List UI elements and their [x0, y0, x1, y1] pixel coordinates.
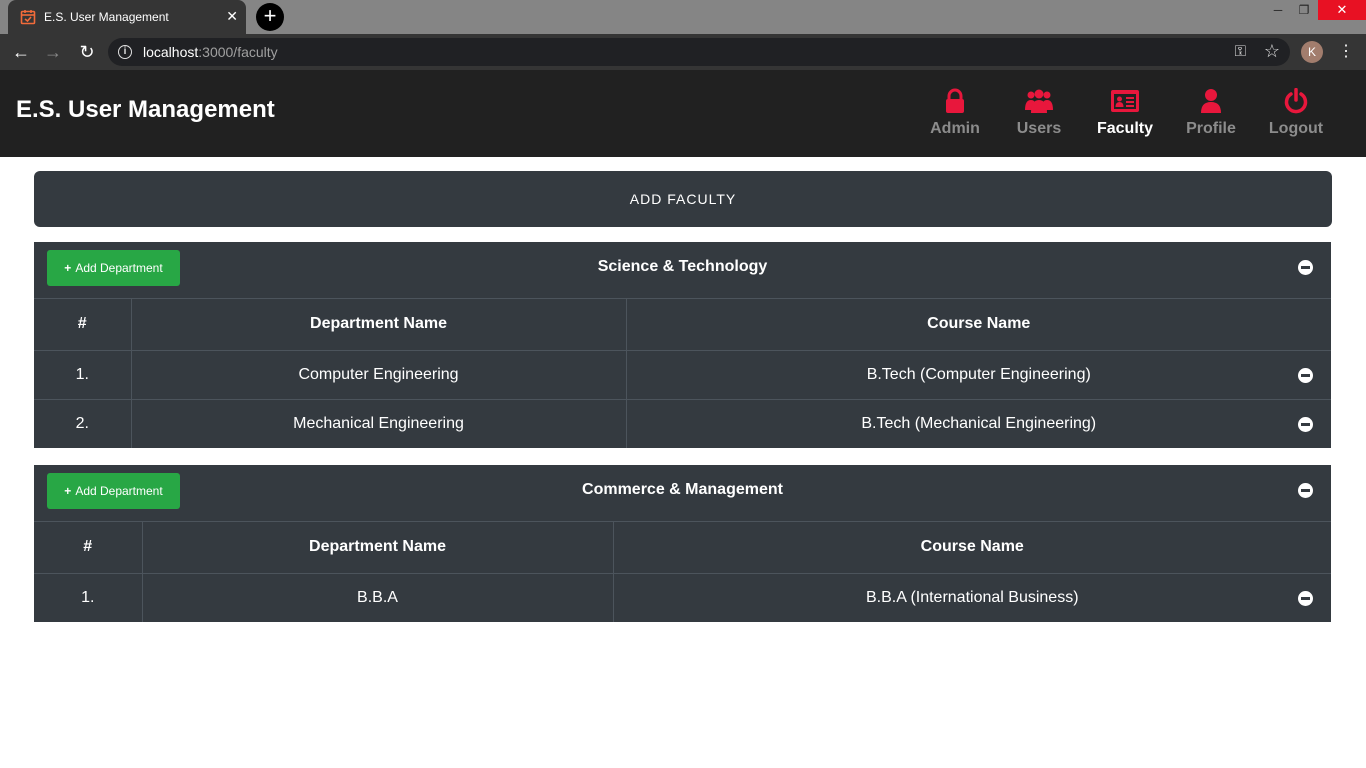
column-header-department: Department Name	[131, 299, 627, 351]
add-department-button[interactable]: + Add Department	[47, 250, 180, 286]
faculty-card-header: Science & Technology + Add Department	[34, 242, 1331, 299]
row-course: B.Tech (Mechanical Engineering)	[861, 414, 1097, 432]
remove-faculty-icon[interactable]	[1298, 483, 1313, 498]
window-close-icon[interactable]: ✕	[1318, 0, 1366, 20]
nav-label-profile: Profile	[1186, 120, 1236, 137]
id-card-icon	[1111, 90, 1139, 112]
key-icon[interactable]: ⚿	[1235, 43, 1246, 60]
row-index: 1.	[34, 350, 132, 400]
nav-item-users[interactable]: Users	[999, 88, 1079, 138]
column-header-course: Course Name	[626, 299, 1331, 351]
remove-department-icon[interactable]	[1298, 590, 1313, 606]
faculty-card-header: Commerce & Management + Add Department	[34, 465, 1331, 522]
nav-label-users: Users	[1016, 120, 1062, 137]
tab-title: E.S. User Management	[44, 10, 169, 24]
remove-department-icon[interactable]	[1298, 367, 1313, 383]
browser-menu-icon[interactable]: ⋮	[1338, 41, 1354, 63]
power-icon	[1284, 88, 1308, 114]
remove-faculty-icon[interactable]	[1298, 260, 1313, 275]
window-minimize-icon[interactable]: ─	[1264, 0, 1292, 20]
browser-toolbar: ← → ↻ i localhost:3000/faculty ⚿ ☆ K ⋮	[0, 34, 1366, 70]
add-department-button[interactable]: + Add Department	[47, 473, 180, 509]
url-text[interactable]: localhost:3000/faculty	[143, 44, 278, 60]
remove-department-icon[interactable]	[1298, 416, 1313, 432]
row-index: 2.	[34, 399, 132, 448]
faculty-title: Science & Technology	[597, 258, 768, 275]
table-row: 1. B.B.A B.B.A (International Business)	[34, 573, 1331, 622]
table-header-row: # Department Name Course Name	[34, 522, 1331, 574]
forward-arrow-icon[interactable]: →	[42, 42, 64, 62]
department-table: # Department Name Course Name 1. Compute…	[34, 299, 1331, 448]
app-brand[interactable]: E.S. User Management	[16, 96, 275, 124]
faculty-card: Commerce & Management + Add Department # …	[34, 465, 1331, 622]
row-department: Computer Engineering	[131, 350, 627, 400]
calendar-icon	[20, 10, 36, 25]
browser-tabstrip: E.S. User Management ✕ + ─ ❐ ✕	[0, 0, 1366, 34]
lock-icon	[946, 88, 964, 113]
profile-avatar[interactable]: K	[1301, 41, 1323, 63]
window-restore-icon[interactable]: ❐	[1290, 0, 1318, 20]
column-header-department: Department Name	[142, 522, 614, 574]
row-course: B.B.A (International Business)	[865, 588, 1079, 606]
plus-icon: +	[64, 484, 72, 498]
row-course: B.Tech (Computer Engineering)	[866, 365, 1091, 383]
row-course-cell: B.B.A (International Business)	[613, 573, 1331, 622]
row-course-cell: B.Tech (Mechanical Engineering)	[626, 399, 1331, 448]
nav-label-logout: Logout	[1268, 120, 1324, 137]
plus-icon: +	[64, 261, 72, 275]
info-icon[interactable]: i	[118, 45, 132, 59]
row-department: B.B.A	[142, 573, 614, 622]
nav-item-profile[interactable]: Profile	[1171, 88, 1251, 138]
row-index: 1.	[34, 573, 143, 622]
nav-label-admin: Admin	[930, 120, 980, 137]
nav-item-admin[interactable]: Admin	[915, 88, 995, 138]
faculty-card: Science & Technology + Add Department # D…	[34, 242, 1331, 448]
app-navbar: E.S. User Management Admin Users Faculty…	[0, 70, 1366, 157]
user-icon	[1201, 89, 1221, 113]
table-row: 1. Computer Engineering B.Tech (Computer…	[34, 350, 1331, 400]
table-row: 2. Mechanical Engineering B.Tech (Mechan…	[34, 399, 1331, 448]
add-faculty-button[interactable]: ADD FACULTY	[34, 171, 1332, 227]
row-course-cell: B.Tech (Computer Engineering)	[626, 350, 1331, 400]
row-department: Mechanical Engineering	[131, 399, 627, 448]
nav-item-logout[interactable]: Logout	[1256, 88, 1336, 138]
address-bar[interactable]: i localhost:3000/faculty ⚿ ☆	[108, 38, 1290, 66]
bookmark-star-icon[interactable]: ☆	[1264, 41, 1280, 62]
tab-close-icon[interactable]: ✕	[226, 8, 238, 24]
browser-tab[interactable]: E.S. User Management ✕	[8, 0, 246, 34]
column-header-course: Course Name	[613, 522, 1331, 574]
department-table: # Department Name Course Name 1. B.B.A B…	[34, 522, 1331, 622]
users-icon	[1025, 89, 1053, 113]
column-header-index: #	[34, 522, 143, 574]
faculty-title: Commerce & Management	[582, 481, 783, 498]
nav-item-faculty[interactable]: Faculty	[1085, 88, 1165, 138]
table-header-row: # Department Name Course Name	[34, 299, 1331, 351]
reload-icon[interactable]: ↻	[76, 42, 98, 62]
nav-label-faculty: Faculty	[1096, 120, 1153, 137]
column-header-index: #	[34, 299, 132, 351]
new-tab-button[interactable]: +	[256, 3, 284, 31]
back-arrow-icon[interactable]: ←	[10, 42, 32, 62]
